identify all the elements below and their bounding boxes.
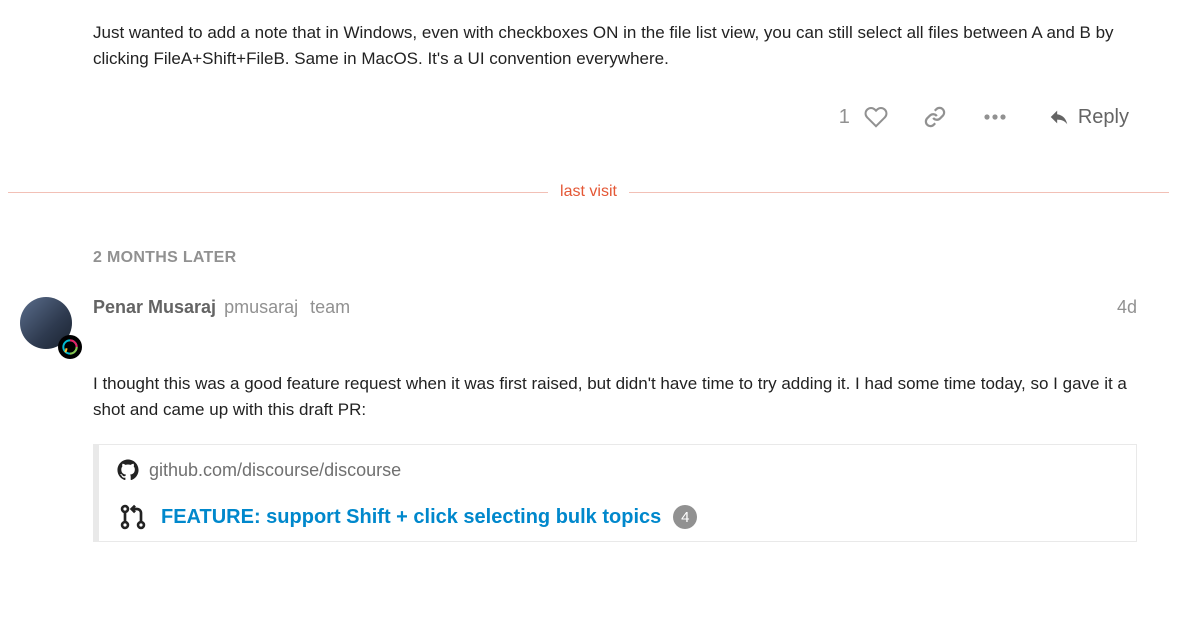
last-visit-label: last visit: [548, 183, 629, 201]
post-body: I thought this was a good feature reques…: [93, 353, 1137, 422]
like-group: 1: [839, 101, 892, 133]
time-gap: 2 MONTHS LATER: [93, 231, 1137, 297]
author-fullname[interactable]: Penar Musaraj: [93, 297, 216, 318]
divider-rule: [629, 192, 1169, 193]
onebox-title-link[interactable]: FEATURE: support Shift + click selecting…: [161, 506, 661, 529]
discourse-icon: [62, 339, 78, 355]
onebox-click-count: 4: [673, 505, 697, 529]
onebox-title-row: FEATURE: support Shift + click selecting…: [117, 501, 1118, 533]
onebox: github.com/discourse/discourse FEATURE: …: [93, 444, 1137, 542]
onebox-source-link[interactable]: github.com/discourse/discourse: [149, 460, 401, 481]
reply-button[interactable]: Reply: [1040, 102, 1137, 133]
reply-button-label: Reply: [1078, 106, 1129, 129]
author-title: team: [310, 297, 350, 318]
link-icon: [924, 106, 946, 128]
divider-rule: [8, 192, 548, 193]
post-body: Just wanted to add a note that in Window…: [93, 0, 1137, 71]
share-link-button[interactable]: [920, 102, 950, 132]
like-count: 1: [839, 106, 850, 129]
heart-icon: [864, 105, 888, 129]
avatar-wrap[interactable]: [20, 297, 76, 353]
ellipsis-icon: [982, 106, 1008, 128]
like-button[interactable]: [860, 101, 892, 133]
author-username[interactable]: pmusaraj: [224, 297, 298, 318]
avatar-flair: [58, 335, 82, 359]
post-age[interactable]: 4d: [1117, 297, 1137, 318]
onebox-source: github.com/discourse/discourse: [117, 459, 1118, 481]
post-actions: 1 Reply: [93, 71, 1137, 163]
more-actions-button[interactable]: [978, 102, 1012, 132]
reply-icon: [1048, 106, 1070, 128]
post-header: Penar Musaraj pmusaraj team 4d: [20, 297, 1137, 353]
pull-request-icon: [117, 501, 149, 533]
github-icon: [117, 459, 139, 481]
last-visit-divider: last visit: [8, 183, 1169, 201]
post-meta: Penar Musaraj pmusaraj team 4d: [93, 297, 1137, 318]
